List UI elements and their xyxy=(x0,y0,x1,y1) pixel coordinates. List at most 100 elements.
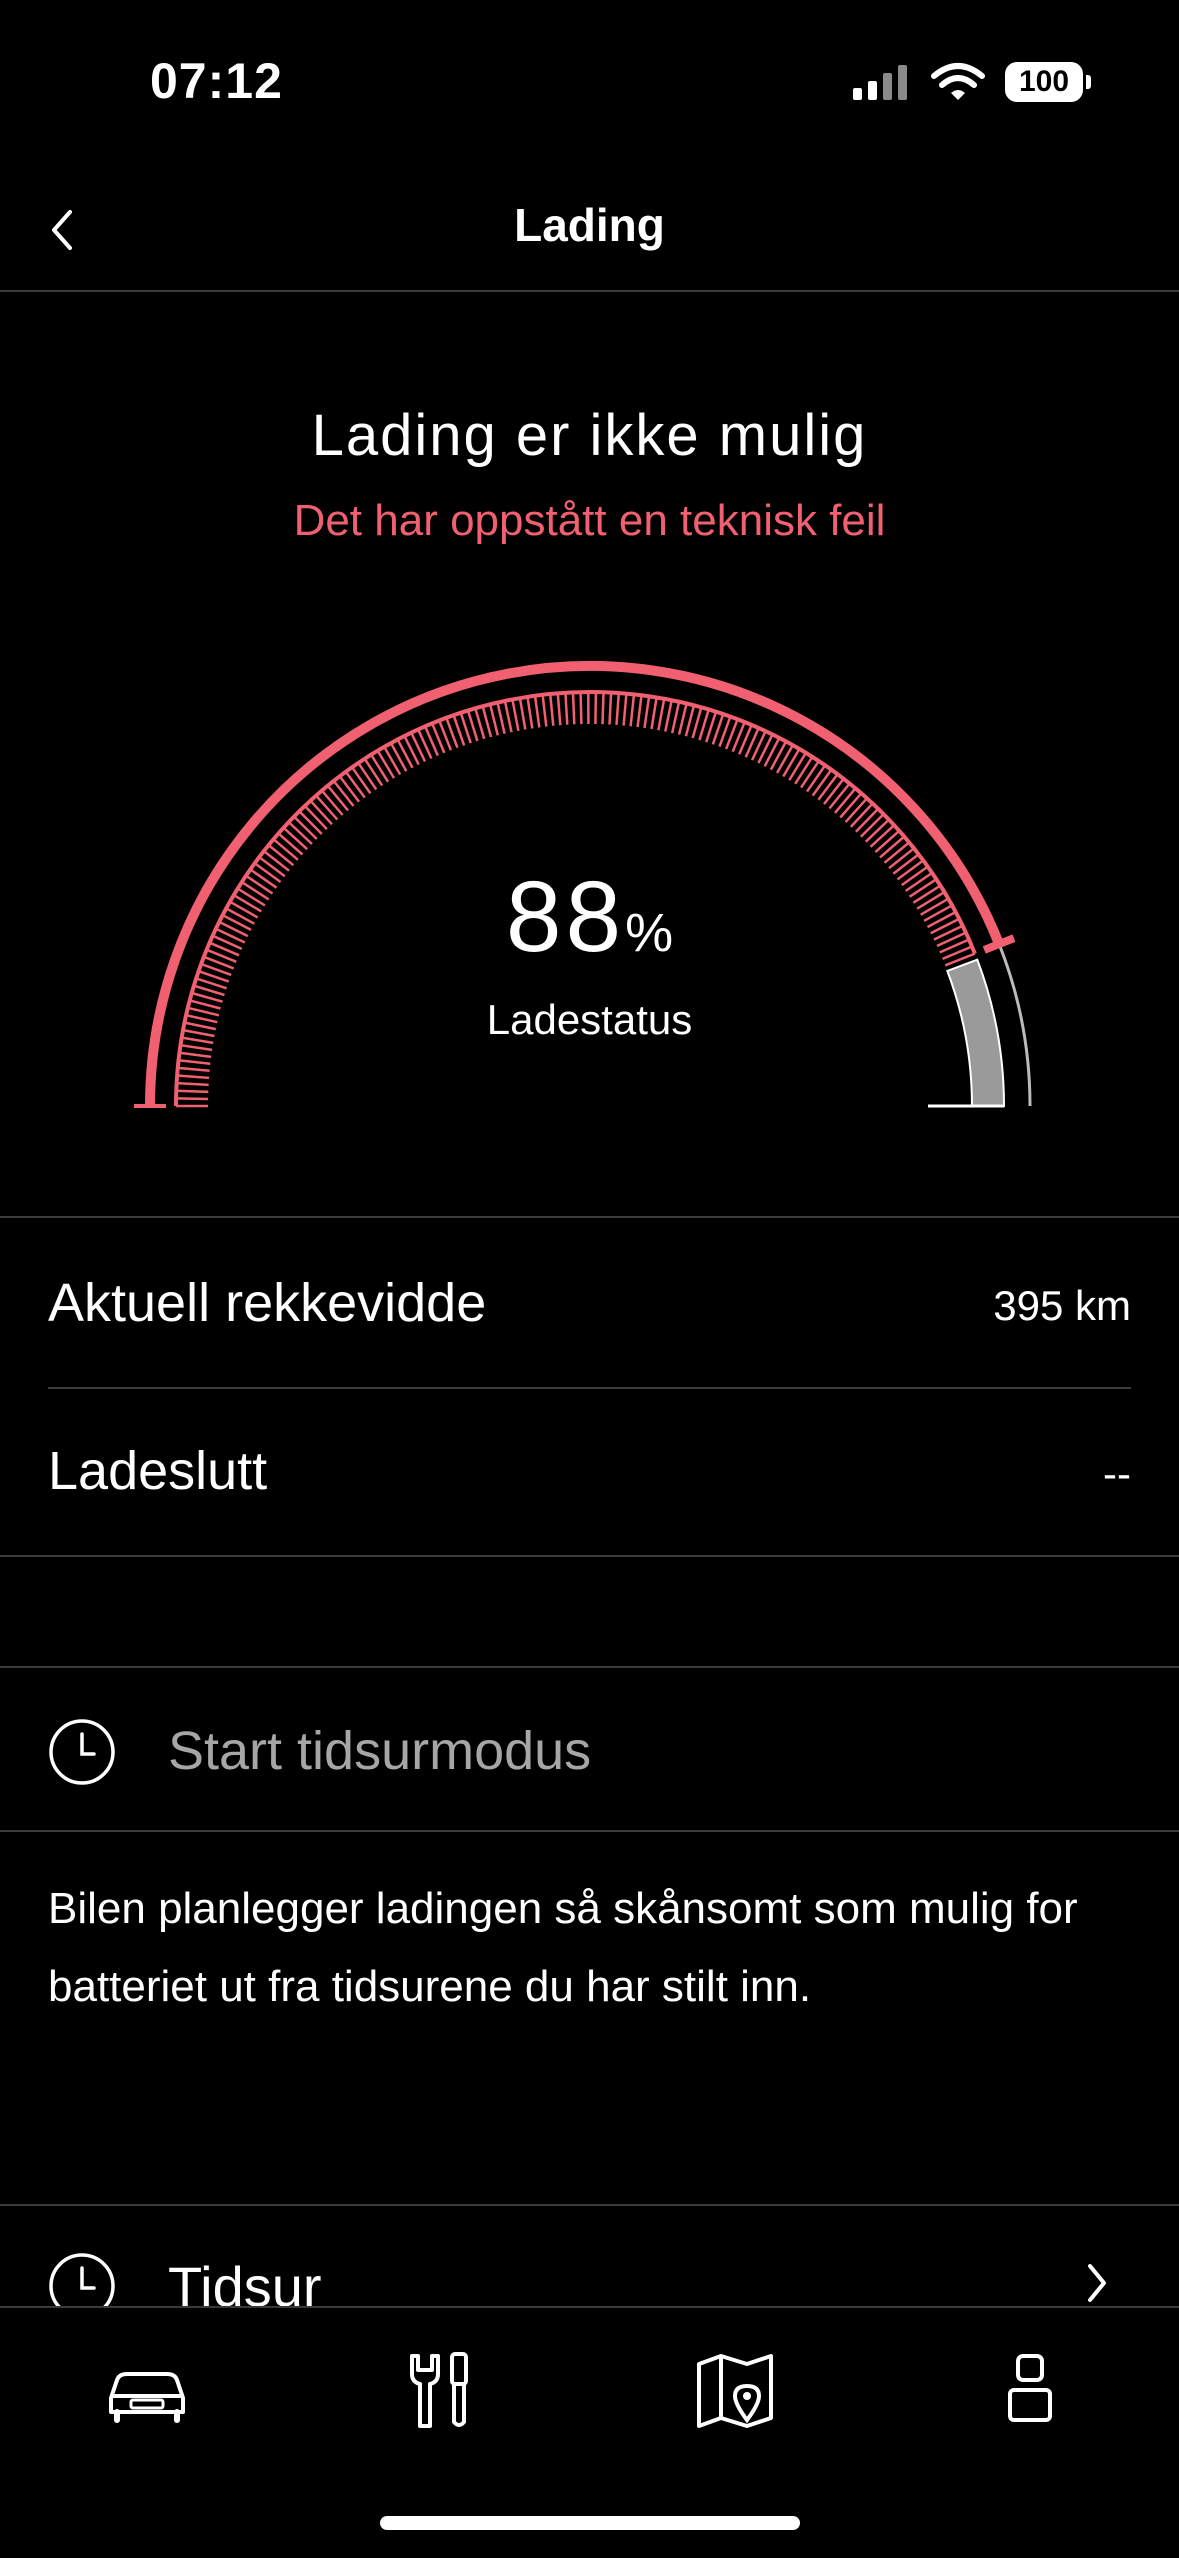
gauge-tick xyxy=(807,765,825,791)
gauge-tick xyxy=(305,806,327,829)
gauge-tick xyxy=(813,770,832,796)
start-timer-mode-button[interactable]: Start tidsurmodus xyxy=(0,1668,1179,1828)
gauge-tick xyxy=(558,693,561,725)
gauge-tick xyxy=(299,811,322,834)
gauge-tick xyxy=(535,696,539,728)
gauge-tick xyxy=(875,831,899,852)
gauge-tick xyxy=(520,698,525,730)
gauge-tick xyxy=(340,776,359,802)
gauge-tick xyxy=(765,738,780,767)
charge-percent-value: 88 xyxy=(506,861,625,973)
gauge-tick xyxy=(404,736,418,765)
gauge-tick xyxy=(783,749,799,777)
gauge-tick xyxy=(658,699,664,731)
gauge-tick xyxy=(777,745,793,773)
gauge-tick xyxy=(358,763,376,790)
gauge-tick xyxy=(565,693,567,725)
gauge-tick xyxy=(617,693,619,725)
tab-service[interactable] xyxy=(390,2340,490,2440)
header-divider xyxy=(0,290,1179,292)
start-timer-mode-label: Start tidsurmodus xyxy=(168,1720,591,1782)
charge-end-label: Ladeslutt xyxy=(48,1440,267,1502)
gauge-tick xyxy=(795,757,812,784)
gauge-tick xyxy=(693,707,702,738)
tab-map[interactable] xyxy=(685,2340,785,2440)
gauge-tick xyxy=(818,774,837,800)
gauge-tick xyxy=(789,753,806,780)
gauge-tick xyxy=(672,702,679,733)
gauge-tick xyxy=(316,796,337,820)
status-icons: 100 xyxy=(851,62,1083,102)
gauge-tick xyxy=(861,814,884,837)
gauge-tick xyxy=(638,695,642,727)
gauge-tick xyxy=(856,809,878,832)
gauge-tick xyxy=(274,839,298,860)
gauge-tick xyxy=(505,701,512,732)
chevron-right-icon xyxy=(1080,2258,1114,2308)
tools-icon xyxy=(390,2340,490,2440)
info-divider xyxy=(48,1387,1131,1389)
gauge-tick xyxy=(645,696,650,728)
gauge-tick xyxy=(346,772,365,798)
clock-icon xyxy=(48,1718,116,1786)
gauge-tick xyxy=(378,751,394,779)
gauge-tick xyxy=(181,1045,213,1050)
gauge-tick xyxy=(846,798,867,822)
gauge-tick xyxy=(179,1053,211,1057)
gauge-tick xyxy=(310,801,332,825)
battery-icon: 100 xyxy=(1005,62,1083,102)
charge-status-headline: Lading er ikke mulig xyxy=(0,402,1179,469)
gauge-tick xyxy=(665,700,671,731)
tab-car[interactable] xyxy=(97,2340,197,2440)
car-icon xyxy=(97,2340,197,2440)
gauge-tick xyxy=(398,739,413,767)
gauge-tick xyxy=(371,755,388,782)
gauge-tick xyxy=(573,692,574,724)
gauge-tick xyxy=(603,692,604,724)
gauge-tick xyxy=(411,733,425,762)
gauge-tick xyxy=(550,694,553,726)
gauge-tick xyxy=(352,767,370,793)
gauge-tick xyxy=(686,705,694,736)
gauge-tick xyxy=(278,833,302,854)
range-value: 395 km xyxy=(993,1282,1131,1330)
gauge-tick xyxy=(328,786,348,811)
gauge-tick xyxy=(771,741,786,769)
gauge-tick xyxy=(880,837,904,858)
gauge-tick xyxy=(490,704,498,735)
info-bottom-divider xyxy=(0,1555,1179,1557)
gauge-tick xyxy=(801,761,819,788)
gauge-tick xyxy=(528,697,533,729)
charge-percent-unit: % xyxy=(625,903,673,963)
gauge-tick xyxy=(840,793,861,817)
gauge-tick xyxy=(543,695,547,727)
gauge-tick xyxy=(294,817,317,839)
gauge-tick xyxy=(595,692,596,724)
gauge-tick xyxy=(177,1076,209,1078)
tab-profile[interactable] xyxy=(980,2340,1080,2440)
gauge-tick xyxy=(483,706,491,737)
gauge-tick xyxy=(851,804,873,827)
gauge-tick xyxy=(824,779,844,804)
gauge-tick xyxy=(178,1068,210,1071)
profile-icon xyxy=(980,2340,1080,2440)
gauge-tick xyxy=(835,788,856,813)
gauge-tick xyxy=(384,747,400,775)
gauge-tick xyxy=(512,699,518,731)
gauge-tick xyxy=(179,1060,211,1064)
status-time: 07:12 xyxy=(150,52,283,110)
charge-gauge-label: Ladestatus xyxy=(0,996,1179,1044)
gauge-tick xyxy=(758,734,772,763)
gauge-tick xyxy=(652,697,657,729)
gauge-tick xyxy=(334,781,354,806)
timer-mode-description: Bilen planlegger ladingen så skånsomt so… xyxy=(48,1870,1128,2026)
gauge-tick xyxy=(284,828,308,850)
gauge-tick xyxy=(498,703,505,734)
charge-end-value: -- xyxy=(1103,1450,1131,1498)
timer-list-item[interactable]: Tidsur xyxy=(0,2206,1179,2306)
gauge-tick xyxy=(679,703,687,734)
charge-error-message: Det har oppstått en teknisk feil xyxy=(0,496,1179,546)
gauge-tick xyxy=(176,1098,208,1099)
charge-percent: 88% xyxy=(0,860,1179,975)
gauge-tick xyxy=(177,1083,209,1085)
